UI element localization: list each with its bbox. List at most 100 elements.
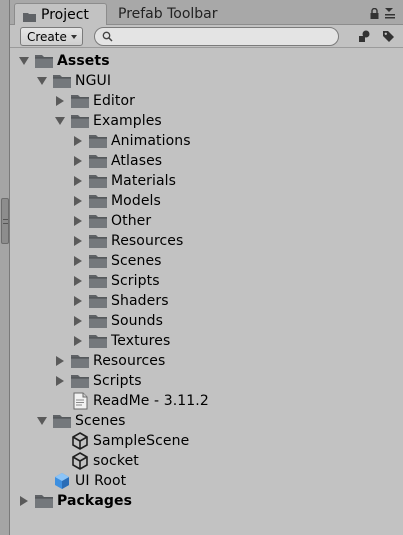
collapse-arrow-icon[interactable] <box>54 115 66 127</box>
folder-icon <box>88 213 108 230</box>
menu-icon[interactable] <box>385 7 395 19</box>
folder-icon <box>70 93 90 110</box>
expand-arrow-icon[interactable] <box>72 155 84 167</box>
resize-grip[interactable] <box>1 198 9 244</box>
tree-item[interactable]: Scripts <box>54 371 142 391</box>
tab-project[interactable]: Project <box>14 3 107 25</box>
tree-item-label: Scripts <box>93 373 142 389</box>
no-expander <box>36 475 48 487</box>
no-expander <box>54 455 66 467</box>
folder-icon <box>70 373 90 390</box>
tree-item[interactable]: Atlases <box>72 151 162 171</box>
search-icon <box>102 31 113 42</box>
folder-icon <box>88 293 108 310</box>
tree-item-label: Assets <box>57 53 110 69</box>
folder-icon <box>88 253 108 270</box>
tree-item[interactable]: ReadMe - 3.11.2 <box>54 391 209 411</box>
expand-arrow-icon[interactable] <box>72 335 84 347</box>
tree-item[interactable]: Resources <box>72 231 183 251</box>
tree-item[interactable]: Examples <box>54 111 162 131</box>
no-expander <box>54 395 66 407</box>
tree-item-label: Resources <box>111 233 184 249</box>
create-label: Create <box>27 29 67 44</box>
tree-item[interactable]: Materials <box>72 171 176 191</box>
unity-scene-icon <box>70 432 90 450</box>
expand-arrow-icon[interactable] <box>54 375 66 387</box>
folder-icon <box>70 353 90 370</box>
tree-item[interactable]: Sounds <box>72 311 163 331</box>
expand-arrow-icon[interactable] <box>54 355 66 367</box>
tree-item-label: Scenes <box>111 253 162 269</box>
search-input[interactable] <box>117 29 327 44</box>
tree-item[interactable]: Textures <box>72 331 170 351</box>
tree-item[interactable]: Editor <box>54 91 135 111</box>
tree-item-label: Animations <box>111 133 191 149</box>
tree-item[interactable]: Packages <box>18 491 132 511</box>
tree-item-label: UI Root <box>75 473 127 489</box>
collapse-arrow-icon[interactable] <box>18 55 30 67</box>
tree-item[interactable]: Scripts <box>72 271 160 291</box>
tree-item-label: Other <box>111 213 152 229</box>
expand-arrow-icon[interactable] <box>72 135 84 147</box>
tree-item[interactable]: Scenes <box>72 251 162 271</box>
expand-arrow-icon[interactable] <box>72 315 84 327</box>
expand-arrow-icon[interactable] <box>72 235 84 247</box>
tree-item-label: socket <box>93 453 139 469</box>
tree-item[interactable]: Shaders <box>72 291 169 311</box>
expand-arrow-icon[interactable] <box>72 255 84 267</box>
tree-item[interactable]: NGUI <box>36 71 111 91</box>
project-panel: Project Prefab Toolbar Create Assets NGUI… <box>10 0 403 535</box>
lock-icon[interactable] <box>370 7 379 19</box>
shapes-icon <box>359 30 370 42</box>
tree-item[interactable]: Resources <box>54 351 165 371</box>
tree-item-label: Packages <box>57 493 133 509</box>
tree-item-label: Models <box>111 193 161 209</box>
project-toolbar: Create <box>10 26 403 48</box>
expand-arrow-icon[interactable] <box>72 195 84 207</box>
folder-icon <box>52 413 72 430</box>
prefab-cube-icon <box>52 473 72 490</box>
folder-icon <box>88 233 108 250</box>
folder-icon <box>88 313 108 330</box>
tree-item[interactable]: Scenes <box>36 411 126 431</box>
tree-item[interactable]: Models <box>72 191 161 211</box>
tree-item[interactable]: Animations <box>72 131 191 151</box>
chevron-down-icon <box>71 35 77 39</box>
folder-icon <box>70 113 90 130</box>
tree-item-label: ReadMe - 3.11.2 <box>93 393 209 409</box>
filter-by-label-button[interactable] <box>378 27 398 46</box>
create-button[interactable]: Create <box>20 27 83 46</box>
tab-label: Prefab Toolbar <box>118 6 218 22</box>
unity-scene-icon <box>70 452 90 470</box>
folder-icon <box>23 10 36 22</box>
tree-item[interactable]: UI Root <box>36 471 126 491</box>
tree-item-label: Editor <box>93 93 136 109</box>
tree-item-label: Atlases <box>111 153 163 169</box>
tab-bar: Project Prefab Toolbar <box>10 0 403 25</box>
tree-item[interactable]: socket <box>54 451 139 471</box>
tree-item-label: SampleScene <box>93 433 190 449</box>
tree-item[interactable]: Other <box>72 211 151 231</box>
tree-item-label: Examples <box>93 113 162 129</box>
folder-icon <box>88 273 108 290</box>
expand-arrow-icon[interactable] <box>18 495 30 507</box>
collapse-arrow-icon[interactable] <box>36 415 48 427</box>
tree-item[interactable]: SampleScene <box>54 431 189 451</box>
collapse-arrow-icon[interactable] <box>36 75 48 87</box>
expand-arrow-icon[interactable] <box>72 215 84 227</box>
search-field[interactable] <box>94 27 339 46</box>
tab-prefab-toolbar[interactable]: Prefab Toolbar <box>110 3 250 25</box>
expand-arrow-icon[interactable] <box>72 295 84 307</box>
expand-arrow-icon[interactable] <box>72 175 84 187</box>
tree-item[interactable]: Assets <box>18 51 110 71</box>
filter-by-type-button[interactable] <box>355 27 375 46</box>
tree-item-label: Sounds <box>111 313 163 329</box>
folder-icon <box>34 53 54 70</box>
expand-arrow-icon[interactable] <box>72 275 84 287</box>
tree-item-label: Scenes <box>75 413 126 429</box>
label-tag-icon <box>382 31 394 42</box>
window-edge-strip <box>0 0 10 535</box>
tree-item-label: Resources <box>93 353 166 369</box>
folder-icon <box>88 333 108 350</box>
expand-arrow-icon[interactable] <box>54 95 66 107</box>
